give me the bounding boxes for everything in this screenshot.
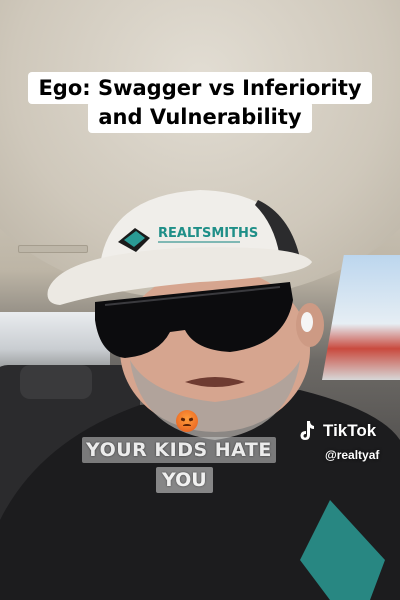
video-frame[interactable]: REALTSMITHS Ego: Swagger vs Inferiority … bbox=[0, 0, 400, 600]
angry-face-icon bbox=[176, 410, 198, 432]
creator-handle[interactable]: @realtyaf bbox=[325, 448, 379, 462]
caption-line-1: YOUR KIDS HATE bbox=[82, 437, 276, 463]
title-line-2: and Vulnerability bbox=[88, 101, 312, 133]
caption-line-2: YOU bbox=[156, 467, 213, 493]
tiktok-logo-icon bbox=[300, 421, 314, 440]
title-line-1: Ego: Swagger vs Inferiority bbox=[28, 72, 372, 104]
video-title: Ego: Swagger vs Inferiority and Vulnerab… bbox=[0, 72, 400, 133]
tiktok-brand: TikTok bbox=[323, 421, 377, 440]
tiktok-watermark: TikTok @realtyaf bbox=[298, 420, 379, 462]
hat-text: REALTSMITHS bbox=[158, 226, 258, 241]
